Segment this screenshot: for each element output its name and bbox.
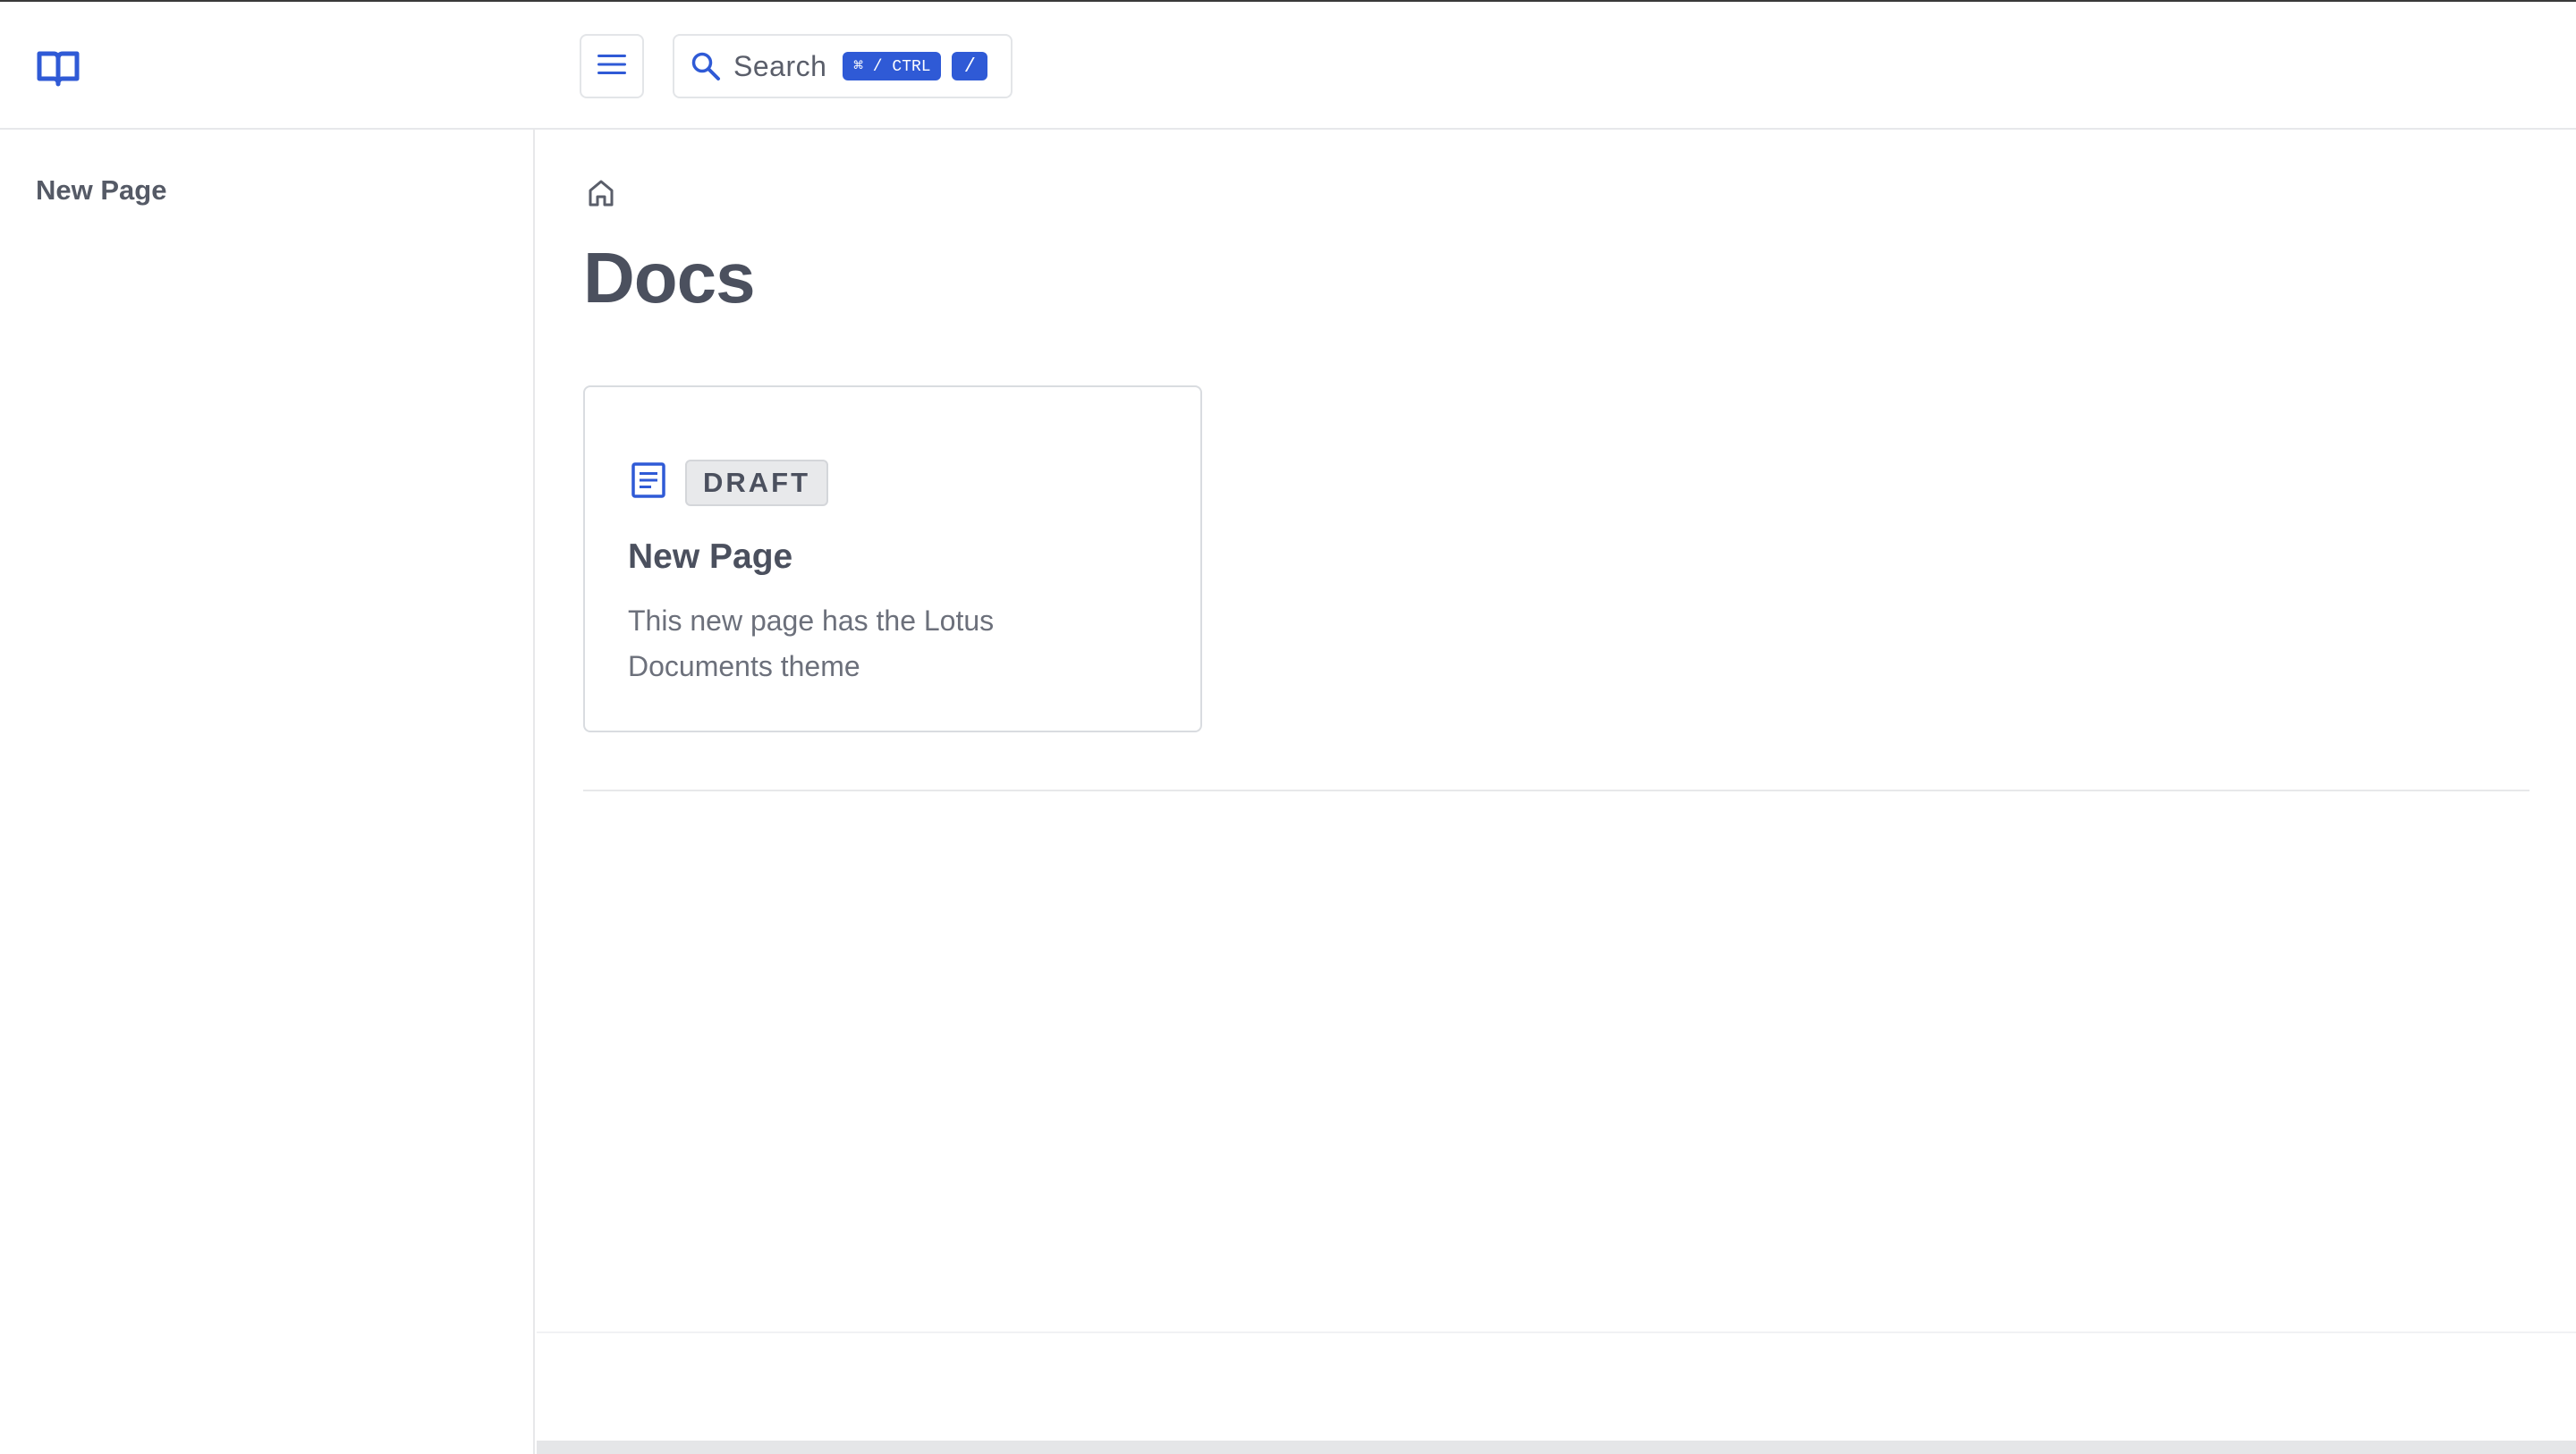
search-button[interactable]: Search ⌘ / CTRL / [673, 34, 1013, 98]
top-header: Search ⌘ / CTRL / [0, 2, 2576, 130]
main-content: Docs DRAFT New Page This new page has th… [537, 130, 2576, 1454]
hamburger-menu-icon [597, 53, 627, 80]
page-title: Docs [583, 238, 756, 317]
footer [537, 1331, 2576, 1442]
page-card[interactable]: DRAFT New Page This new page has the Lot… [583, 385, 1202, 732]
search-icon [691, 51, 721, 81]
content-divider [583, 790, 2529, 791]
horizontal-scrollbar[interactable] [537, 1441, 2576, 1454]
card-description: This new page has the Lotus Documents th… [628, 604, 995, 682]
shortcut-key-badge: / [952, 52, 988, 80]
sidebar: New Page [0, 130, 535, 1454]
shortcut-modifier-badge: ⌘ / CTRL [843, 52, 942, 80]
document-icon [630, 461, 667, 500]
menu-button[interactable] [580, 34, 644, 98]
search-label: Search [733, 49, 827, 82]
card-title: New Page [628, 537, 793, 576]
book-open-icon[interactable] [36, 48, 80, 88]
home-icon[interactable] [583, 174, 619, 210]
sidebar-item-new-page[interactable]: New Page [36, 174, 166, 207]
status-badge: DRAFT [685, 460, 829, 506]
